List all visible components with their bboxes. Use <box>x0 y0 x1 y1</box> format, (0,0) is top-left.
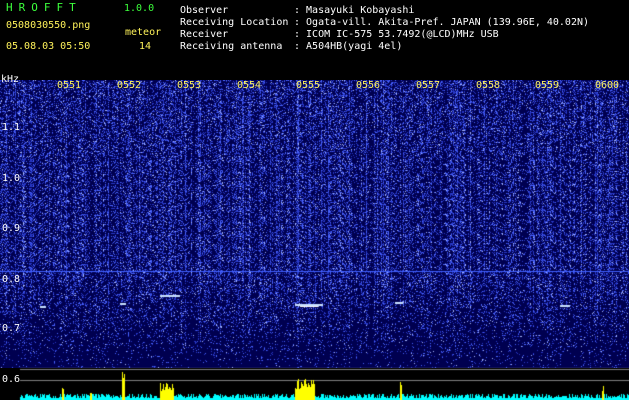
hrofft-screen: HROFFT 1.0.0 0508030550.png 05.08.03 05:… <box>0 0 629 400</box>
filename-label: 0508030550.png <box>6 20 91 31</box>
time-label-0559: 0559 <box>535 80 560 91</box>
datetime-label: 05.08.03 05:50 <box>6 41 91 52</box>
y-label-0-9: 0.9 <box>2 223 21 234</box>
time-label-0557: 0557 <box>416 80 441 91</box>
spectrogram <box>0 80 629 370</box>
meteor-count: 14 <box>139 41 152 52</box>
observer-label: Observer <box>180 5 229 16</box>
time-label-0551: 0551 <box>57 80 82 91</box>
meteor-label: meteor <box>125 27 162 38</box>
time-label-0552: 0552 <box>117 80 142 91</box>
location-value: : Ogata-vill. Akita-Pref. JAPAN (139.96E… <box>294 17 590 28</box>
time-label-0554: 0554 <box>237 80 262 91</box>
location-label: Receiving Location <box>180 17 289 28</box>
y-label-0-8: 0.8 <box>2 274 21 285</box>
time-label-0555: 0555 <box>296 80 321 91</box>
y-label-1-1: 1.1 <box>2 122 21 133</box>
y-label-0-7: 0.7 <box>2 323 21 334</box>
receiver-label: Receiver <box>180 29 229 40</box>
app-version: 1.0.0 <box>124 3 155 14</box>
time-label-0558: 0558 <box>476 80 501 91</box>
frequency-unit-label: kHz <box>1 74 20 85</box>
observer-value: : Masayuki Kobayashi <box>294 5 415 16</box>
y-label-0-6: 0.6 <box>2 374 21 385</box>
time-label-0600: 0600 <box>595 80 620 91</box>
receiver-value: : ICOM IC-575 53.7492(@LCD)MHz USB <box>294 29 499 40</box>
antenna-label: Receiving antenna <box>180 41 283 52</box>
time-label-0556: 0556 <box>356 80 381 91</box>
activity-plot <box>0 368 629 400</box>
time-label-0553: 0553 <box>177 80 202 91</box>
app-title: HROFFT <box>6 1 82 14</box>
antenna-value: : A504HB(yagi 4el) <box>294 41 403 52</box>
y-label-1-0: 1.0 <box>2 173 21 184</box>
